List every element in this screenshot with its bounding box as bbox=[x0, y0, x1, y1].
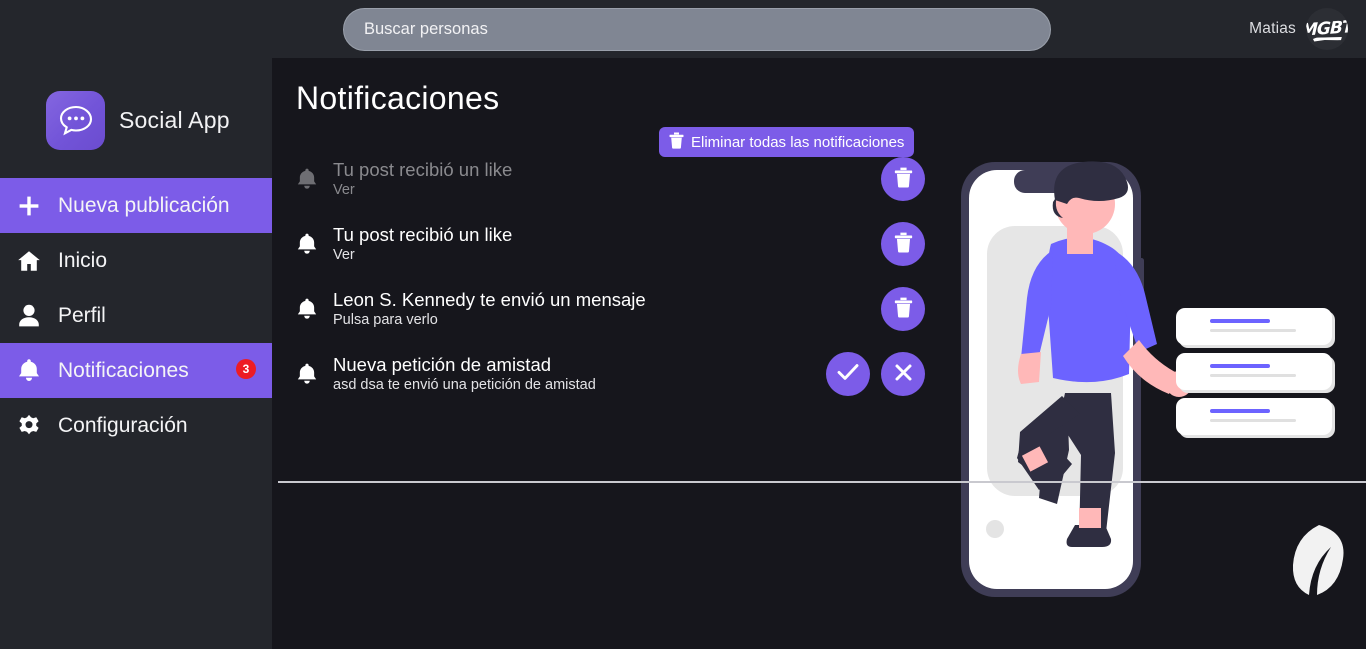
sidebar-item-label: Perfil bbox=[58, 303, 106, 327]
notification-row[interactable]: Tu post recibió un like Ver bbox=[284, 146, 944, 211]
sidebar-item-label: Inicio bbox=[58, 248, 108, 272]
close-icon bbox=[894, 363, 913, 385]
page-title: Notificaciones bbox=[296, 80, 500, 116]
sidebar-nav: Nueva publicación Inicio Perfil Notifica… bbox=[0, 178, 272, 453]
main-content: Notificaciones Eliminar todas las notifi… bbox=[276, 58, 1366, 649]
sidebar: Social App Nueva publicación Inicio Perf… bbox=[0, 58, 272, 649]
sidebar-item-nueva-publicacion[interactable]: Nueva publicación bbox=[0, 178, 272, 233]
notification-row[interactable]: Leon S. Kennedy te envió un mensaje Puls… bbox=[284, 276, 944, 341]
user-area[interactable]: Matias MGBT bbox=[1249, 0, 1348, 58]
bell-icon bbox=[294, 362, 320, 386]
illustration-ground-line bbox=[278, 481, 1366, 483]
brand-name: Social App bbox=[119, 106, 230, 133]
notification-subtitle[interactable]: Ver bbox=[333, 247, 512, 264]
notification-subtitle[interactable]: Ver bbox=[333, 182, 512, 199]
accept-friend-request-button[interactable] bbox=[826, 351, 870, 396]
plus-icon bbox=[16, 194, 42, 218]
top-header: Matias MGBT bbox=[0, 0, 1366, 58]
notification-title: Tu post recibió un like bbox=[333, 158, 513, 180]
notification-subtitle[interactable]: Pulsa para verlo bbox=[333, 312, 646, 329]
avatar[interactable]: MGBT bbox=[1306, 8, 1348, 50]
notification-row[interactable]: Nueva petición de amistad asd dsa te env… bbox=[284, 341, 944, 406]
notification-subtitle: asd dsa te envió una petición de amistad bbox=[333, 376, 596, 393]
user-name: Matias bbox=[1249, 20, 1296, 37]
notification-title: Leon S. Kennedy te envió un mensaje bbox=[333, 288, 646, 310]
trash-icon bbox=[894, 167, 913, 191]
bell-icon bbox=[294, 232, 320, 256]
trash-icon bbox=[894, 297, 913, 321]
notification-title: Tu post recibió un like bbox=[333, 223, 513, 245]
notification-text: Leon S. Kennedy te envió un mensaje Puls… bbox=[333, 289, 646, 329]
bell-icon bbox=[294, 167, 320, 191]
notification-text: Tu post recibió un like Ver bbox=[333, 159, 512, 199]
sidebar-item-configuracion[interactable]: Configuración bbox=[0, 398, 272, 453]
sidebar-item-inicio[interactable]: Inicio bbox=[0, 233, 272, 288]
check-icon bbox=[837, 363, 859, 384]
notification-actions bbox=[826, 341, 925, 406]
person-with-phone-illustration bbox=[917, 138, 1366, 608]
notification-text: Tu post recibió un like Ver bbox=[333, 224, 512, 264]
bell-icon bbox=[294, 297, 320, 321]
sidebar-item-perfil[interactable]: Perfil bbox=[0, 288, 272, 343]
sidebar-item-label: Nueva publicación bbox=[58, 193, 230, 217]
sidebar-item-notificaciones[interactable]: Notificaciones 3 bbox=[0, 343, 272, 398]
sidebar-item-label: Notificaciones bbox=[58, 358, 189, 382]
notification-text: Nueva petición de amistad asd dsa te env… bbox=[333, 354, 596, 394]
home-icon bbox=[16, 250, 42, 272]
gear-icon bbox=[16, 414, 42, 438]
search-input[interactable] bbox=[343, 8, 1051, 51]
person-icon bbox=[16, 304, 42, 327]
brand: Social App bbox=[0, 58, 272, 171]
notifications-list: Tu post recibió un like Ver Tu post reci… bbox=[284, 146, 944, 406]
notifications-badge: 3 bbox=[236, 359, 256, 379]
search-container bbox=[343, 8, 1051, 51]
sidebar-item-label: Configuración bbox=[58, 413, 188, 437]
bell-icon bbox=[16, 358, 42, 383]
notification-title: Nueva petición de amistad bbox=[333, 353, 552, 375]
trash-icon bbox=[894, 232, 913, 256]
avatar-label: MGBT bbox=[1306, 16, 1348, 41]
notification-row[interactable]: Tu post recibió un like Ver bbox=[284, 211, 944, 276]
app-root: Matias MGBT Social App bbox=[0, 0, 1366, 649]
chat-bubble-icon bbox=[46, 90, 105, 150]
